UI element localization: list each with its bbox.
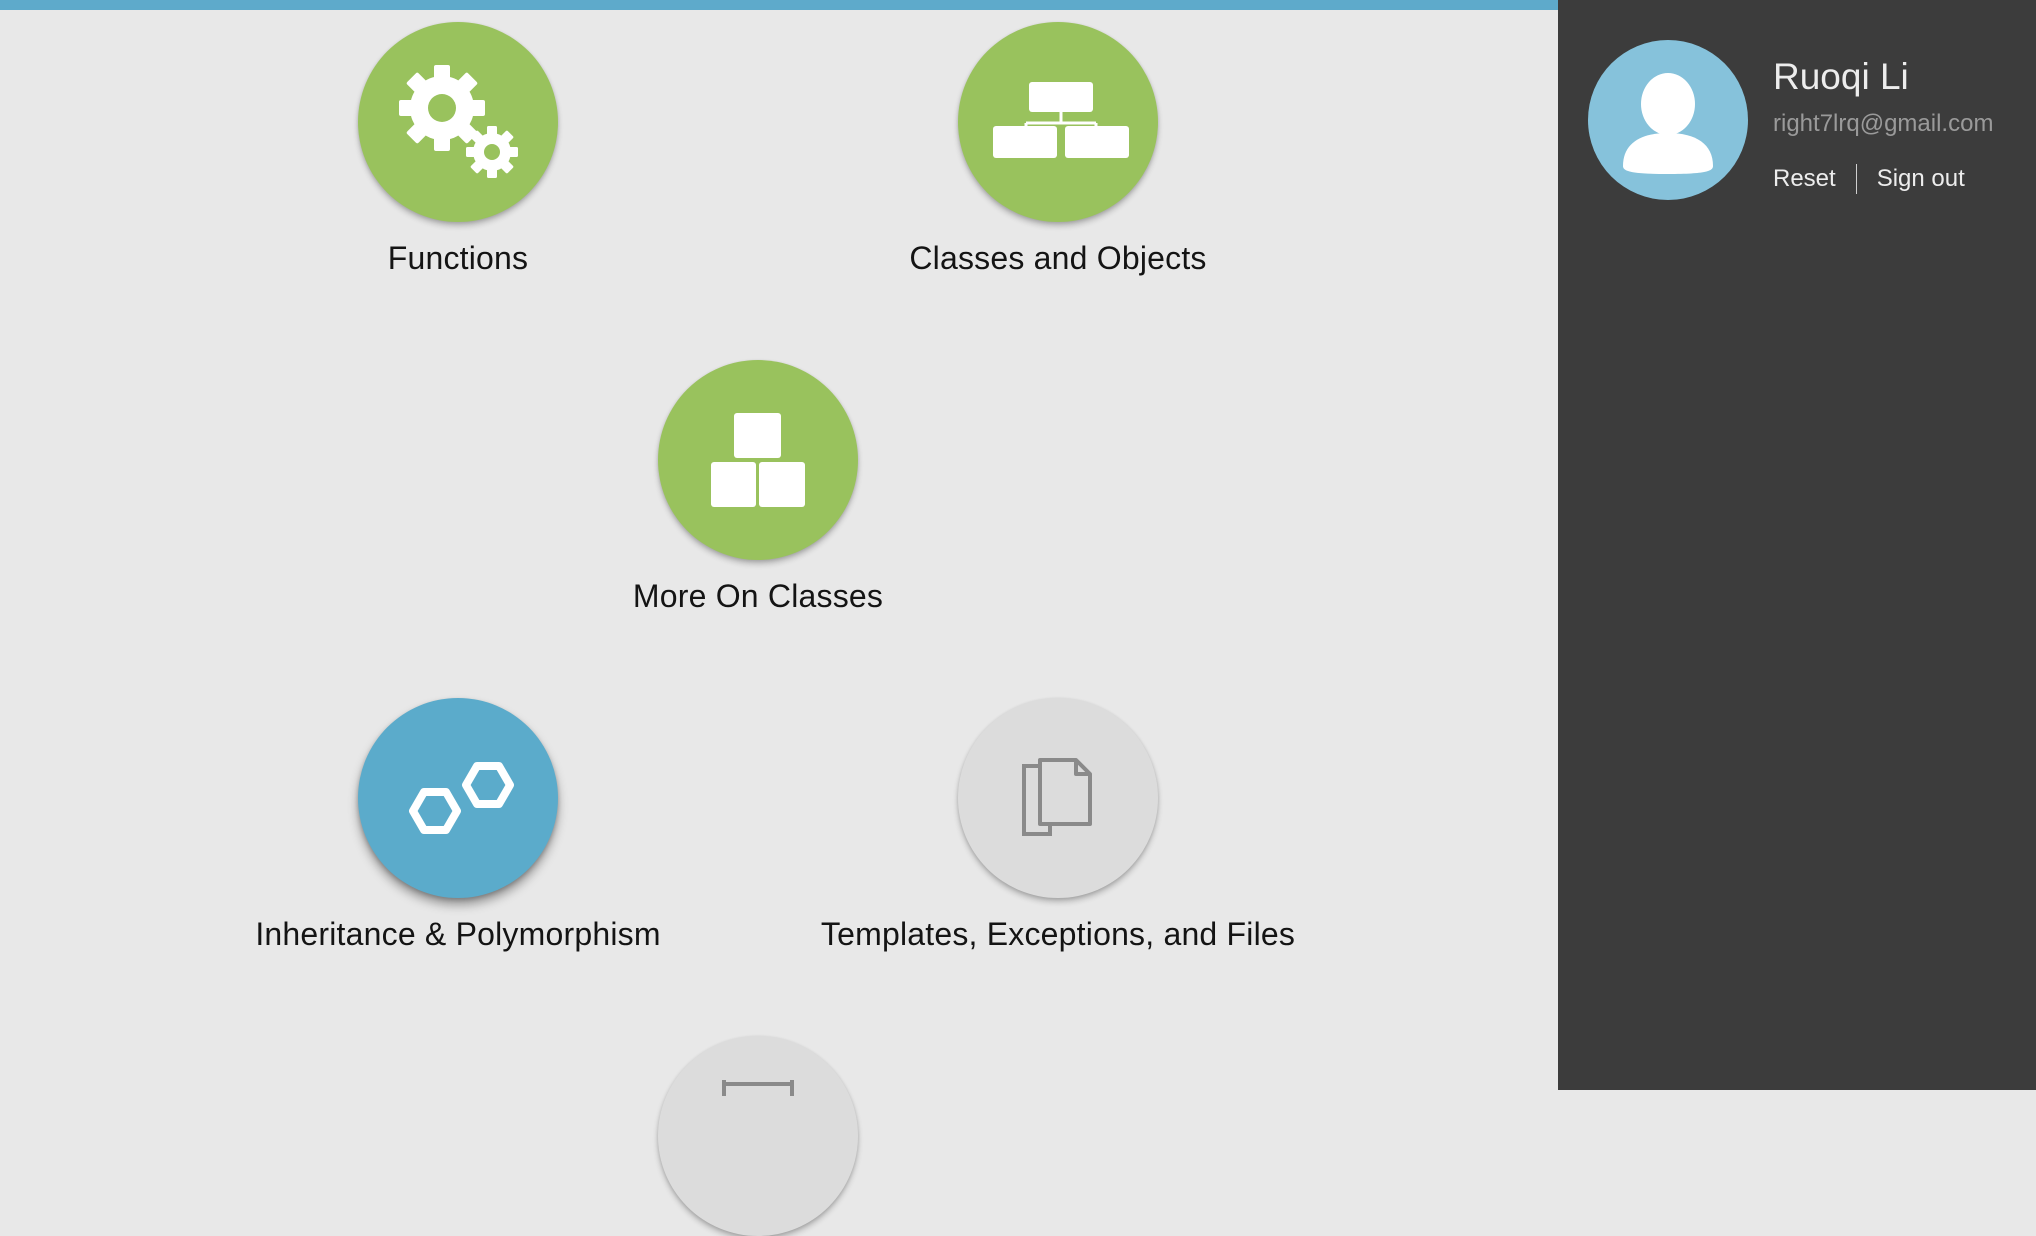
reset-button[interactable]: Reset <box>1773 165 1836 193</box>
avatar[interactable] <box>1588 40 1748 200</box>
lesson-templates-exceptions-files-button[interactable] <box>958 698 1158 898</box>
gears-icon <box>399 65 518 178</box>
sign-out-button[interactable]: Sign out <box>1877 165 1965 193</box>
lesson-more-on-classes-button[interactable] <box>658 360 858 560</box>
account-actions: Reset Sign out <box>1773 164 1965 194</box>
container-icon <box>722 1080 794 1096</box>
hierarchy-icon <box>993 82 1129 158</box>
user-email: right7lrq@gmail.com <box>1773 110 1994 137</box>
user-sidebar: Ruoqi Li right7lrq@gmail.com Reset Sign … <box>1558 0 2036 1090</box>
divider <box>1855 164 1857 194</box>
top-accent-bar <box>0 0 1558 10</box>
lesson-inheritance-polymorphism-button[interactable] <box>358 698 558 898</box>
lesson-classes-and-objects[interactable]: Classes and Objects <box>798 22 1318 277</box>
lesson-inheritance-polymorphism[interactable]: Inheritance & Polymorphism <box>198 698 718 953</box>
lesson-functions[interactable]: Functions <box>198 22 718 277</box>
user-name: Ruoqi Li <box>1773 56 1909 97</box>
lesson-templates-exceptions-files[interactable]: Templates, Exceptions, and Files <box>798 698 1318 953</box>
lesson-title: Classes and Objects <box>909 240 1207 276</box>
lesson-functions-button[interactable] <box>358 22 558 222</box>
lesson-title: Functions <box>387 240 529 276</box>
blocks-icon <box>711 413 805 507</box>
lesson-map: Functions Classes and Objects More On Cl… <box>0 0 1558 1236</box>
hexagons-icon <box>409 762 514 834</box>
lesson-next-locked[interactable] <box>498 1036 1018 1236</box>
lesson-title: More On Classes <box>632 578 884 614</box>
lesson-more-on-classes[interactable]: More On Classes <box>498 360 1018 615</box>
lesson-next-locked-button[interactable] <box>658 1036 858 1236</box>
lesson-classes-and-objects-button[interactable] <box>958 22 1158 222</box>
files-icon <box>1022 758 1092 836</box>
user-icon <box>1623 73 1713 174</box>
lesson-title: Templates, Exceptions, and Files <box>820 916 1296 952</box>
lesson-title: Inheritance & Polymorphism <box>255 916 661 952</box>
